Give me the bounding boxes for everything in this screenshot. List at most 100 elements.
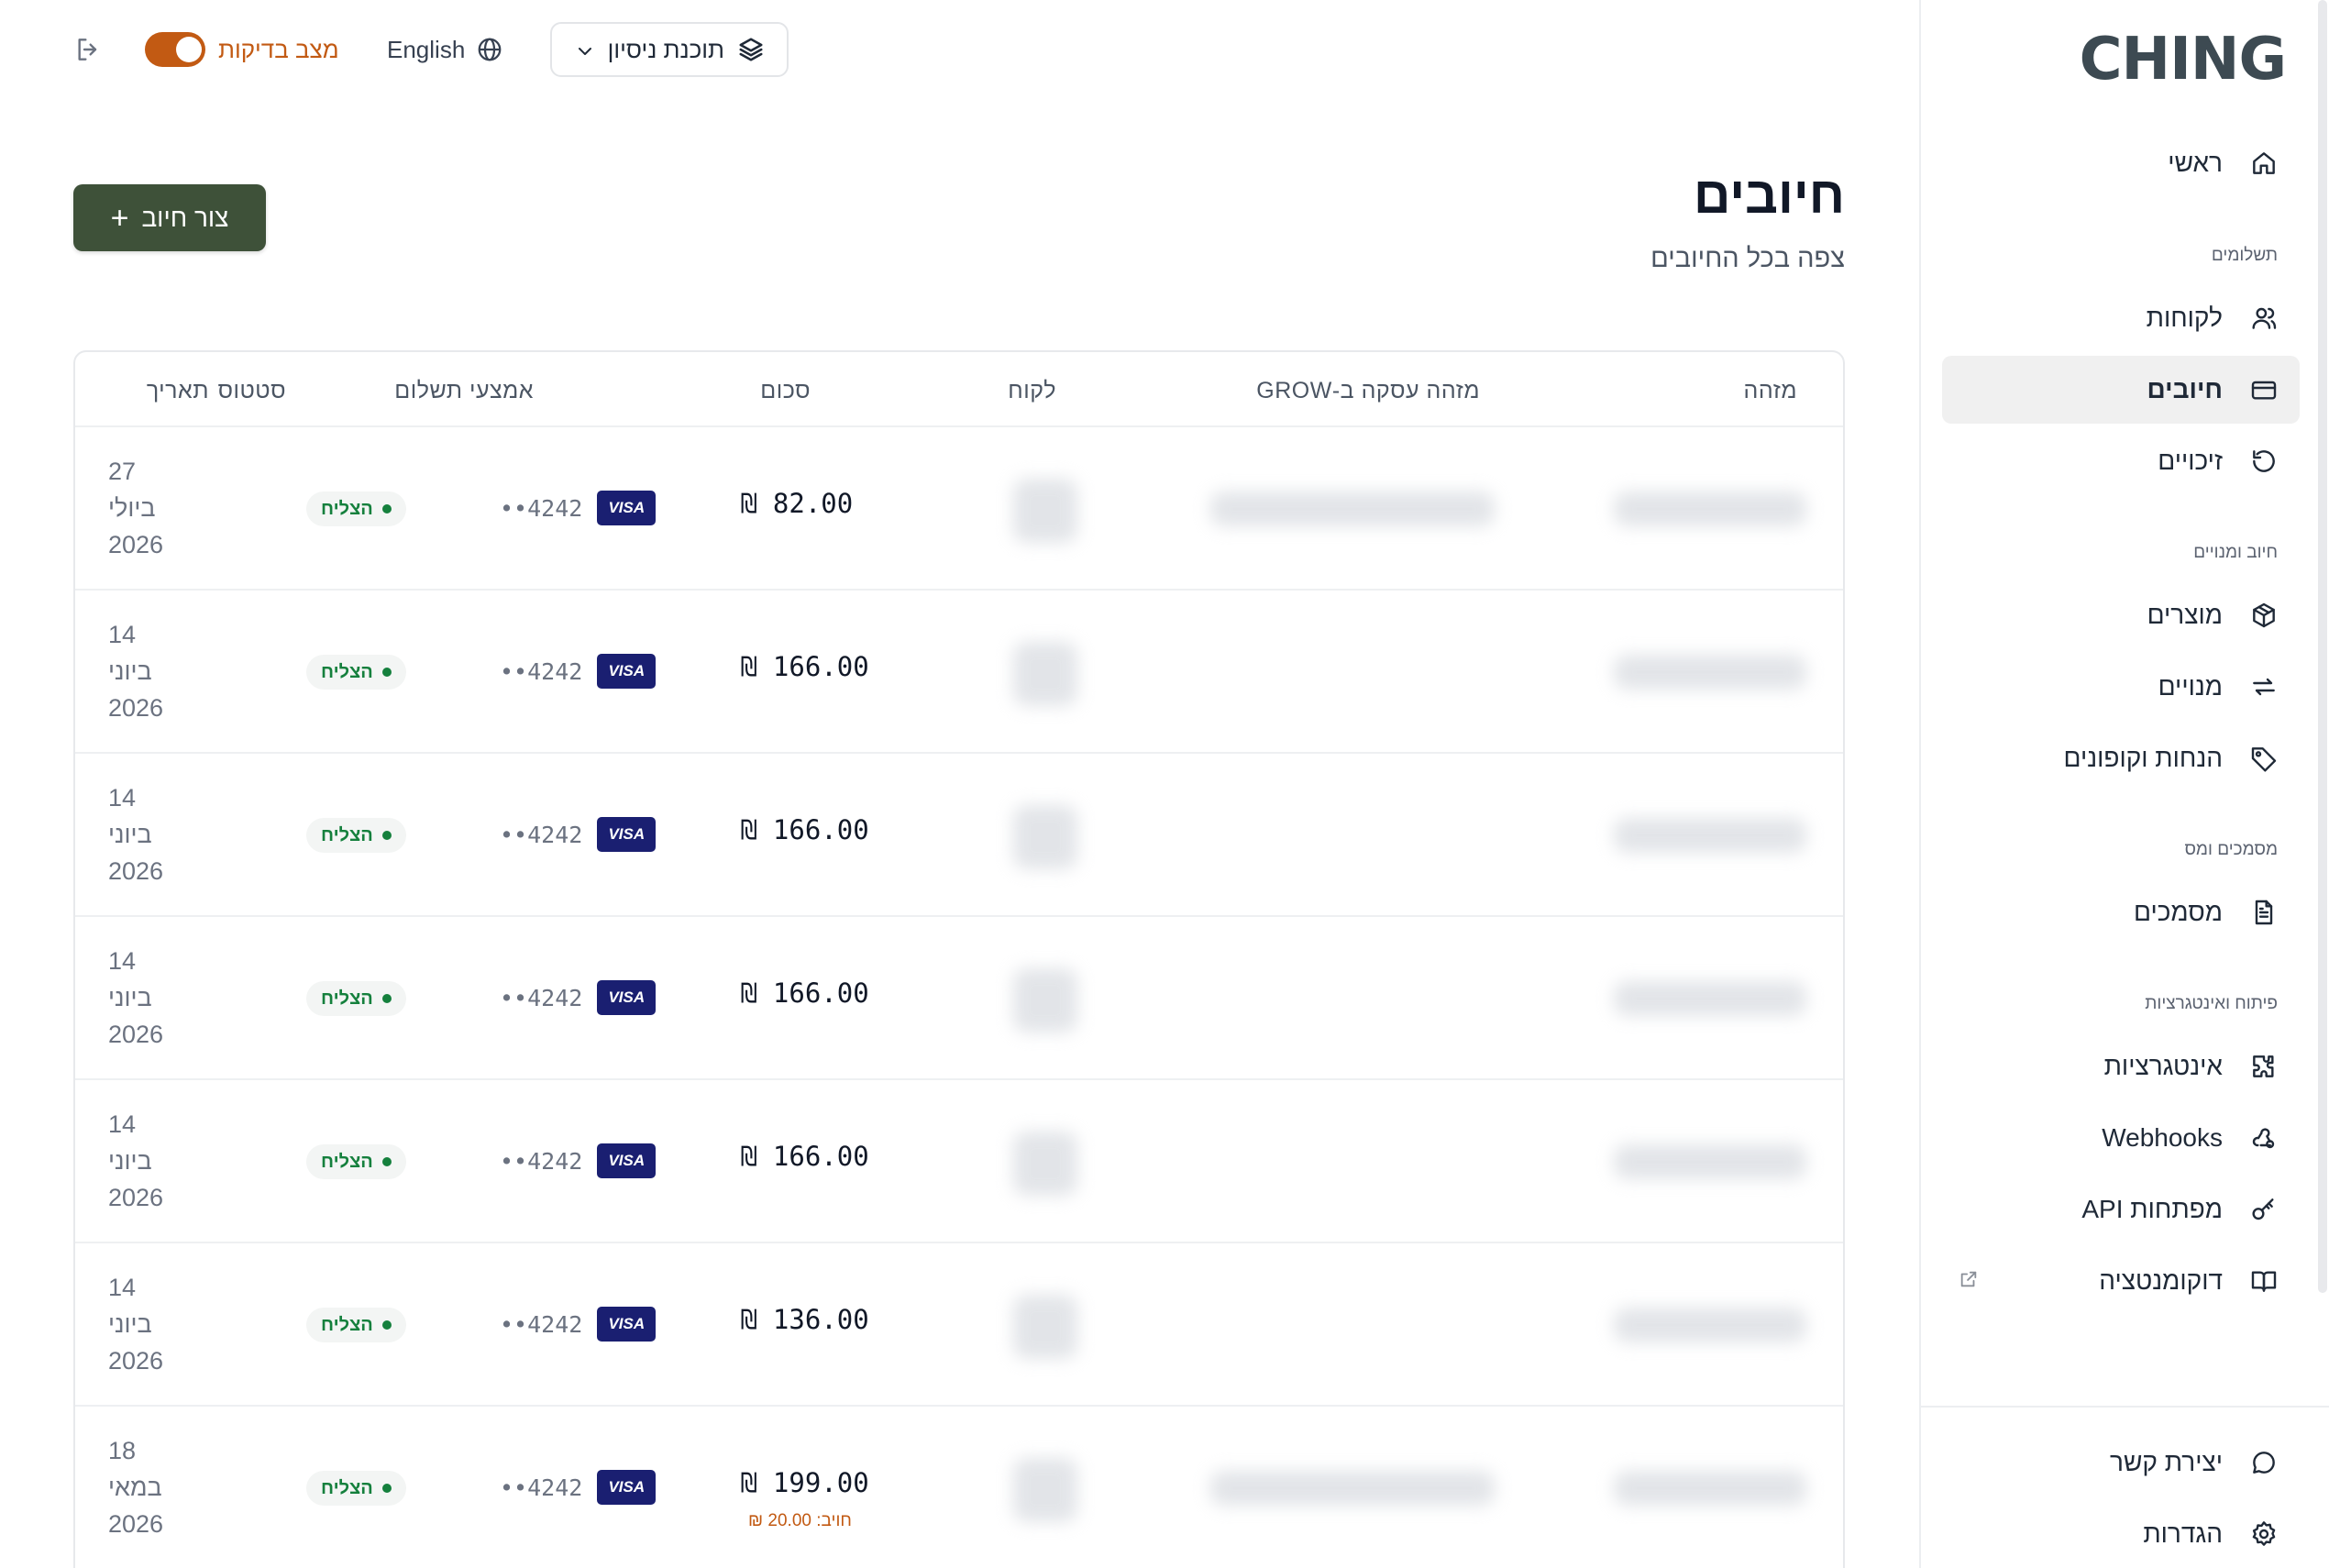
- date-year: 2026: [108, 1021, 164, 1048]
- column-header-date[interactable]: תאריך: [147, 378, 209, 404]
- column-header-status[interactable]: סטטוס: [218, 378, 286, 404]
- test-mode-switch[interactable]: מצב בדיקות: [145, 29, 339, 70]
- plan-select-label: תוכנת ניסיון: [607, 35, 724, 63]
- refund-icon: [2248, 446, 2279, 477]
- payment-method: VISA ••4242: [500, 979, 657, 1016]
- sidebar-item-documents[interactable]: מסמכים: [1942, 878, 2300, 946]
- logout-button[interactable]: [72, 35, 103, 66]
- charges-table: מזהה מזהה עסקה ב-GROW לקוח סכום אמצעי תש…: [73, 350, 1845, 1568]
- sidebar-item-webhooks[interactable]: Webhooks: [1942, 1104, 2300, 1172]
- status-label: הצליח: [321, 498, 373, 519]
- sidebar-item-contact[interactable]: יצירת קשר: [1942, 1429, 2300, 1496]
- column-header-payment-method[interactable]: אמצעי תשלום: [394, 378, 534, 404]
- sidebar-item-docs[interactable]: דוקומנטציה: [1942, 1247, 2300, 1315]
- page-subtitle: צפה בכל החיובים: [1650, 244, 1845, 273]
- sidebar-item-settings[interactable]: הגדרות: [1942, 1500, 2300, 1568]
- table-row[interactable]: ₪ 199.00 חויב: 20.00 ₪ VISA ••4242 הצליח…: [75, 1405, 1843, 1568]
- logout-icon: [78, 39, 97, 61]
- card-last4: ••4242: [500, 1147, 583, 1175]
- sidebar-section-documents: מסמכים ומס: [2184, 840, 2278, 859]
- date-year: 2026: [108, 531, 164, 558]
- status-dot: [381, 1157, 392, 1166]
- sidebar: CHING ראשי תשלומים לקוחות חיובים זיכויים…: [1919, 0, 2329, 1568]
- globe-icon: [478, 38, 502, 61]
- status-badge: הצליח: [306, 1308, 406, 1342]
- column-header-amount[interactable]: סכום: [760, 378, 811, 404]
- sidebar-item-charges[interactable]: חיובים: [1942, 356, 2300, 424]
- visa-card-icon: VISA: [597, 980, 657, 1015]
- status-badge: הצליח: [306, 491, 406, 526]
- status-label: הצליח: [321, 1151, 373, 1172]
- table-row[interactable]: ₪ 166.00 VISA ••4242 הצליח 14 ביוני 2026: [75, 752, 1843, 915]
- plan-select[interactable]: תוכנת ניסיון: [550, 22, 789, 77]
- table-row[interactable]: ₪ 82.00 VISA ••4242 הצליח 27 ביולי 2026: [75, 425, 1843, 589]
- table-row[interactable]: ₪ 166.00 VISA ••4242 הצליח 14 ביוני 2026: [75, 915, 1843, 1078]
- column-header-customer[interactable]: לקוח: [1008, 378, 1056, 404]
- language-switcher[interactable]: English: [387, 29, 503, 70]
- table-row[interactable]: ₪ 136.00 VISA ••4242 הצליח 14 ביוני 2026: [75, 1242, 1843, 1405]
- chat-icon: [2248, 1447, 2279, 1478]
- puzzle-icon: [2248, 1051, 2279, 1082]
- column-header-id[interactable]: מזהה: [1744, 378, 1797, 404]
- column-header-grow-id[interactable]: מזהה עסקה ב-GROW: [1256, 378, 1480, 404]
- sidebar-item-home[interactable]: ראשי: [1942, 129, 2300, 197]
- card-last4: ••4242: [500, 821, 583, 848]
- redacted-grow-id: [1210, 491, 1495, 526]
- external-link-icon: [1957, 1269, 1979, 1291]
- charge-amount: ₪ 82.00: [741, 488, 854, 519]
- charge-date: 18 במאי 2026: [108, 1432, 218, 1542]
- redacted-area: [977, 1080, 1843, 1242]
- sidebar-item-label: מוצרים: [2147, 601, 2223, 629]
- sidebar-item-label: הנחות וקופונים: [2063, 744, 2223, 772]
- date-month: ביוני: [108, 821, 152, 848]
- charge-date: 27 ביולי 2026: [108, 453, 218, 563]
- sidebar-scrollbar[interactable]: [2318, 0, 2327, 1293]
- sidebar-item-integrations[interactable]: אינטגרציות: [1942, 1032, 2300, 1100]
- redacted-customer: [1013, 1295, 1077, 1359]
- redacted-id: [1614, 818, 1806, 853]
- table-row[interactable]: ₪ 166.00 VISA ••4242 הצליח 14 ביוני 2026: [75, 1078, 1843, 1242]
- create-charge-button[interactable]: צור חיוב +: [73, 184, 266, 251]
- page-title: חיובים: [1694, 166, 1845, 224]
- layers-icon: [739, 38, 763, 61]
- payment-method: VISA ••4242: [500, 1306, 657, 1342]
- app-logo[interactable]: CHING: [2080, 26, 2287, 94]
- sidebar-item-label: מנויים: [2158, 672, 2223, 701]
- status-badge: הצליח: [306, 655, 406, 690]
- sidebar-item-subscriptions[interactable]: מנויים: [1942, 653, 2300, 721]
- redacted-id: [1614, 1471, 1806, 1506]
- test-mode-toggle[interactable]: [145, 32, 205, 67]
- users-icon: [2248, 303, 2279, 334]
- chevron-down-icon: [579, 48, 591, 55]
- sidebar-item-customers[interactable]: לקוחות: [1942, 284, 2300, 352]
- date-month: ביולי: [108, 494, 156, 522]
- date-day: 14: [108, 1274, 137, 1301]
- charged-amount: חויב: 20.00 ₪: [748, 1511, 852, 1530]
- redacted-grow-id: [1210, 1471, 1495, 1506]
- redacted-customer: [1013, 1458, 1077, 1522]
- redacted-id: [1614, 655, 1806, 690]
- date-day: 14: [108, 784, 137, 812]
- charge-date: 14 ביוני 2026: [108, 943, 218, 1053]
- sidebar-section-payments: תשלומים: [2211, 246, 2278, 265]
- sidebar-item-api-keys[interactable]: מפתחות API: [1942, 1176, 2300, 1243]
- charge-amount: ₪ 166.00: [741, 651, 869, 682]
- redacted-customer: [1013, 805, 1077, 869]
- payment-method: VISA ••4242: [500, 653, 657, 690]
- date-day: 14: [108, 621, 137, 648]
- sidebar-section-billing: חיוב ומנויים: [2193, 543, 2278, 562]
- sidebar-item-refunds[interactable]: זיכויים: [1942, 427, 2300, 495]
- sidebar-item-discounts[interactable]: הנחות וקופונים: [1942, 724, 2300, 792]
- charge-date: 14 ביוני 2026: [108, 1106, 218, 1216]
- status-dot: [381, 831, 392, 840]
- book-icon: [2248, 1265, 2279, 1297]
- sidebar-item-products[interactable]: מוצרים: [1942, 581, 2300, 649]
- charge-amount: ₪ 166.00: [741, 814, 869, 845]
- table-row[interactable]: ₪ 166.00 VISA ••4242 הצליח 14 ביוני 2026: [75, 589, 1843, 752]
- date-month: במאי: [108, 1474, 162, 1501]
- charge-amount: ₪ 166.00: [741, 977, 869, 1009]
- redacted-area: [977, 427, 1843, 589]
- card-last4: ••4242: [500, 657, 583, 685]
- date-month: ביוני: [108, 657, 152, 685]
- gear-icon: [2248, 1518, 2279, 1550]
